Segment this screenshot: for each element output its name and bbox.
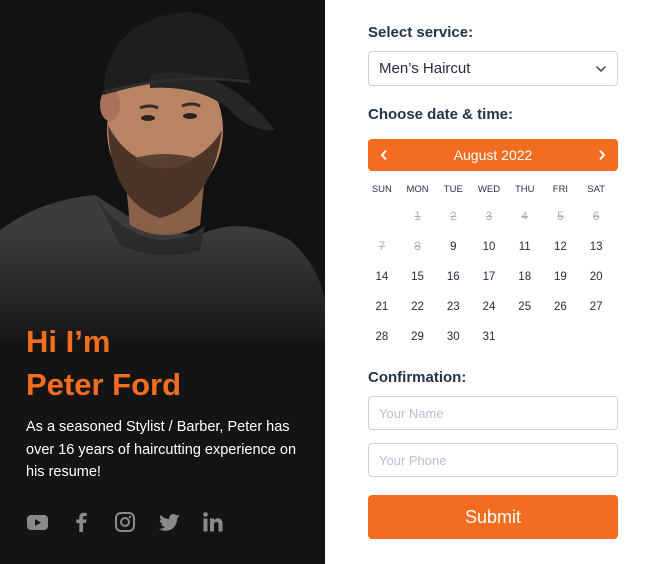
name-input[interactable] (368, 396, 618, 430)
calendar-day[interactable]: 27 (578, 289, 614, 319)
twitter-icon[interactable] (158, 510, 180, 534)
weekday-header: THU (514, 184, 535, 195)
greeting-line-1: Hi I’m (26, 324, 111, 359)
calendar-day[interactable]: 29 (400, 319, 436, 349)
weekday-header: SAT (587, 184, 606, 195)
greeting-heading: Hi I’m Peter Ford (26, 320, 181, 406)
chevron-right-icon[interactable] (594, 147, 610, 163)
calendar-day[interactable]: 17 (471, 259, 507, 289)
social-links (26, 510, 224, 534)
profile-bio: As a seasoned Stylist / Barber, Peter ha… (26, 419, 297, 480)
calendar-day[interactable]: 9 (435, 229, 471, 259)
calendar-grid: SUN MON TUE WED THU FRI SAT 1 2 3 4 5 6 7 8 9 10 11 12 13 14… (364, 181, 614, 349)
service-select-value: Men’s Haircut (379, 60, 471, 77)
calendar-day-disabled: 1 (414, 211, 421, 223)
calendar-day[interactable]: 16 (435, 259, 471, 289)
calendar-day[interactable]: 18 (507, 259, 543, 289)
confirmation-label: Confirmation: (368, 369, 467, 386)
youtube-icon[interactable] (26, 510, 48, 534)
weekday-header: TUE (443, 184, 463, 195)
calendar-day[interactable]: 25 (507, 289, 543, 319)
calendar-day-disabled: 5 (557, 211, 564, 223)
calendar-header: August 2022 (368, 139, 618, 171)
calendar-day[interactable]: 11 (507, 229, 543, 259)
calendar-day-disabled: 2 (450, 211, 457, 223)
service-label: Select service: (368, 24, 474, 41)
calendar-day[interactable]: 10 (471, 229, 507, 259)
chevron-down-icon (595, 60, 607, 78)
calendar-day[interactable]: 24 (471, 289, 507, 319)
calendar-empty-cell (364, 199, 400, 229)
calendar-day-disabled: 8 (414, 241, 421, 253)
calendar-day[interactable]: 23 (435, 289, 471, 319)
calendar-month: August 2022 (453, 147, 533, 163)
calendar-day[interactable]: 19 (543, 259, 579, 289)
phone-input[interactable] (368, 443, 618, 477)
calendar-day[interactable]: 26 (543, 289, 579, 319)
weekday-header: FRI (552, 184, 569, 195)
calendar-day[interactable]: 28 (364, 319, 400, 349)
profile-name: Peter Ford (26, 367, 182, 402)
calendar-day[interactable]: 31 (471, 319, 507, 349)
date-calendar: August 2022 SUN MON TUE WED THU FRI SAT 1 2 3 4 5 6 7… (368, 139, 618, 349)
weekday-header: WED (477, 184, 501, 195)
service-select[interactable]: Men’s Haircut (368, 51, 618, 86)
calendar-day[interactable]: 13 (578, 229, 614, 259)
linkedin-icon[interactable] (202, 510, 224, 534)
submit-button[interactable]: Submit (368, 495, 618, 539)
calendar-day[interactable]: 30 (435, 319, 471, 349)
calendar-day[interactable]: 20 (578, 259, 614, 289)
calendar-day-disabled: 6 (592, 211, 600, 223)
calendar-day[interactable]: 12 (543, 229, 579, 259)
calendar-day-disabled: 4 (521, 211, 528, 223)
calendar-day[interactable]: 15 (400, 259, 436, 289)
datetime-label: Choose date & time: (368, 106, 514, 123)
calendar-day-disabled: 7 (378, 241, 386, 253)
weekday-header: SUN (371, 184, 392, 195)
calendar-day-disabled: 3 (485, 211, 493, 223)
calendar-day[interactable]: 22 (400, 289, 436, 319)
chevron-left-icon[interactable] (376, 147, 392, 163)
weekday-header: MON (406, 184, 429, 195)
calendar-day[interactable]: 21 (364, 289, 400, 319)
profile-panel: Hi I’m Peter Ford As a seasoned Stylist … (0, 0, 325, 564)
facebook-icon[interactable] (70, 510, 92, 534)
instagram-icon[interactable] (114, 510, 136, 534)
calendar-day[interactable]: 14 (364, 259, 400, 289)
